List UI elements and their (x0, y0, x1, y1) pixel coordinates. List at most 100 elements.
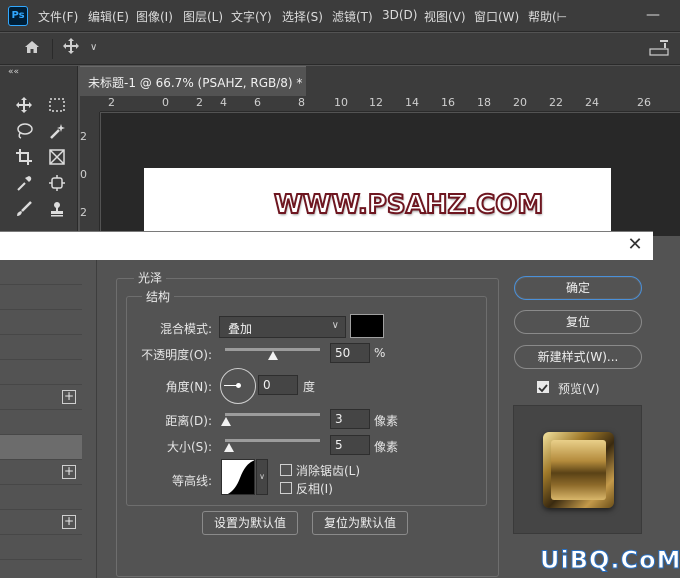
options-bar: ∨ (0, 33, 680, 65)
style-list-item-selected[interactable] (0, 435, 82, 460)
opacity-slider-thumb[interactable] (267, 351, 278, 360)
collapse-toolbox-icon[interactable]: «« (8, 67, 19, 77)
tab-strip (306, 66, 680, 96)
add-style-icon[interactable]: + (62, 390, 76, 404)
style-list-item[interactable] (0, 310, 82, 335)
style-list-item[interactable]: + (0, 460, 82, 485)
menu-view[interactable]: 视图(V) (424, 8, 466, 25)
home-icon[interactable] (20, 39, 44, 59)
workspace-icon[interactable] (648, 37, 678, 61)
reset-button[interactable]: 复位 (514, 310, 642, 334)
opacity-input[interactable]: 50 (330, 343, 370, 363)
ruler-label: 2 (80, 206, 87, 219)
ruler-label: 16 (441, 96, 455, 109)
angle-input[interactable]: 0 (258, 375, 298, 395)
angle-dial[interactable] (220, 368, 256, 404)
angle-unit: 度 (303, 380, 316, 394)
distance-slider-track[interactable] (225, 413, 320, 416)
style-list-item[interactable] (0, 360, 82, 385)
menu-3d[interactable]: 3D(D) (382, 8, 417, 22)
reset-default-button[interactable]: 复位为默认值 (312, 511, 408, 535)
chevron-down-icon: ∨ (90, 42, 98, 53)
menu-help[interactable]: 帮助(⊢ (528, 8, 567, 25)
watermark: UiBQ.CoM (540, 546, 680, 575)
minimize-button[interactable]: — (638, 5, 668, 25)
invert-label: 反相(I) (296, 482, 333, 496)
ruler-label: 6 (254, 96, 261, 109)
menu-file[interactable]: 文件(F) (38, 8, 78, 25)
preview-swatch (543, 432, 614, 508)
set-default-button[interactable]: 设置为默认值 (202, 511, 298, 535)
contour-picker[interactable] (221, 459, 255, 495)
add-style-icon[interactable]: + (62, 515, 76, 529)
lasso-tool-icon[interactable] (12, 122, 36, 146)
ruler-label: 10 (334, 96, 348, 109)
move-tool-icon[interactable] (12, 96, 36, 120)
spot-heal-icon[interactable] (45, 174, 69, 198)
dialog-titlebar: ✕ (0, 232, 653, 260)
quick-select-icon[interactable] (45, 122, 69, 146)
list-divider (96, 260, 97, 578)
menu-layer[interactable]: 图层(L) (183, 8, 223, 25)
stamp-icon[interactable] (45, 200, 69, 224)
contour-curve-icon (227, 460, 254, 494)
ruler-label: 26 (637, 96, 651, 109)
menu-edit[interactable]: 编辑(E) (88, 8, 129, 25)
menu-select[interactable]: 选择(S) (282, 8, 323, 25)
invert-checkbox[interactable] (280, 482, 292, 494)
style-list: + + + (0, 260, 96, 578)
marquee-tool-icon[interactable] (45, 96, 69, 120)
move-tool-preset[interactable]: ∨ (62, 37, 102, 59)
menu-image[interactable]: 图像(I) (136, 8, 173, 25)
document-tab[interactable]: 未标题-1 @ 66.7% (PSAHZ, RGB/8) * (80, 66, 306, 96)
style-list-item[interactable] (0, 410, 82, 435)
style-list-item[interactable] (0, 485, 82, 510)
horizontal-ruler: 2 0 2 4 6 8 10 12 14 16 18 20 22 24 26 (100, 96, 680, 112)
structure-group-title: 结构 (142, 288, 175, 305)
distance-slider-thumb[interactable] (221, 417, 231, 426)
distance-label: 距离(D): (165, 414, 212, 428)
size-slider-track[interactable] (225, 439, 320, 442)
distance-input[interactable]: 3 (330, 409, 370, 429)
close-icon[interactable]: ✕ (625, 234, 645, 256)
antialias-checkbox[interactable] (280, 464, 292, 476)
new-style-button[interactable]: 新建样式(W)... (514, 345, 642, 369)
ruler-label: 2 (80, 130, 87, 143)
style-list-item[interactable] (0, 535, 82, 560)
antialias-label: 消除锯齿(L) (296, 464, 361, 478)
satin-color-swatch[interactable] (350, 314, 384, 338)
menu-type[interactable]: 文字(Y) (231, 8, 272, 25)
contour-dropdown-icon[interactable]: ∨ (256, 459, 268, 495)
style-list-item[interactable] (0, 285, 82, 310)
options-separator (52, 39, 53, 59)
size-label: 大小(S): (166, 440, 212, 454)
style-list-item[interactable]: + (0, 385, 82, 410)
size-input[interactable]: 5 (330, 435, 370, 455)
eyedropper-icon[interactable] (12, 174, 36, 198)
size-unit: 像素 (374, 440, 399, 454)
ruler-corner (80, 96, 100, 112)
ruler-label: 22 (549, 96, 563, 109)
menu-window[interactable]: 窗口(W) (474, 8, 519, 25)
style-list-item[interactable] (0, 335, 82, 360)
frame-tool-icon[interactable] (45, 148, 69, 172)
blend-mode-value: 叠加 (228, 322, 253, 336)
vertical-ruler: 2 0 2 (80, 112, 100, 236)
style-list-item[interactable]: + (0, 510, 82, 535)
brush-icon[interactable] (12, 200, 36, 224)
style-list-item[interactable] (0, 260, 82, 285)
ok-button[interactable]: 确定 (514, 276, 642, 300)
document-canvas[interactable]: WWW.PSAHZ.COM (144, 168, 611, 236)
preview-checkbox[interactable] (537, 381, 549, 393)
add-style-icon[interactable]: + (62, 465, 76, 479)
chevron-down-icon: ∨ (331, 320, 339, 331)
size-slider-thumb[interactable] (224, 443, 234, 452)
blend-mode-select[interactable]: 叠加 ∨ (219, 316, 346, 338)
menu-filter[interactable]: 滤镜(T) (332, 8, 373, 25)
ruler-label: 20 (513, 96, 527, 109)
opacity-label: 不透明度(O): (141, 348, 212, 362)
contour-label: 等高线: (171, 474, 212, 488)
ruler-label: 4 (220, 96, 227, 109)
photoshop-logo: Ps (8, 6, 28, 26)
crop-tool-icon[interactable] (12, 148, 36, 172)
